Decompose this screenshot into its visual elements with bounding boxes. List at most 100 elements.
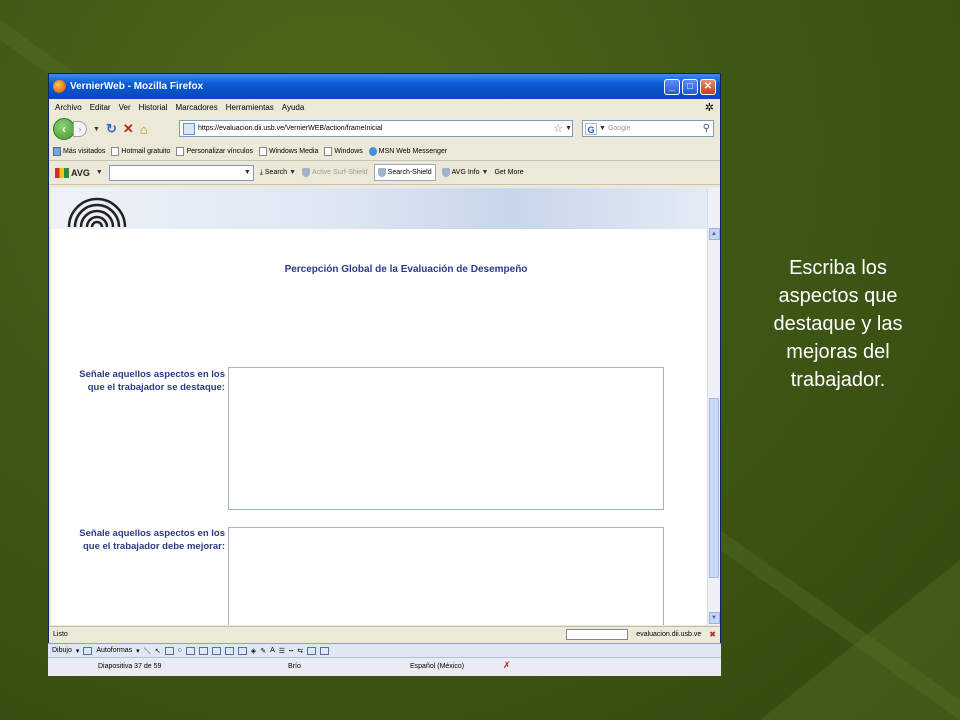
scroll-down-icon[interactable]: ▼ xyxy=(708,612,720,624)
textbox-tool-icon[interactable] xyxy=(185,646,195,655)
bookmark-personalizar[interactable]: Personalizar vínculos xyxy=(176,147,253,156)
slide-counter: Diapositiva 37 de 59 xyxy=(98,663,162,670)
avg-search-input[interactable]: ▼ xyxy=(108,164,254,181)
get-more-button[interactable]: Get More xyxy=(494,169,523,176)
menu-ayuda[interactable]: Ayuda xyxy=(282,103,305,112)
wordart-tool-icon[interactable] xyxy=(198,646,208,655)
slide-caption: Escriba los aspectos que destaque y las … xyxy=(773,257,903,391)
page-content: Percepción Global de la Evaluación de De… xyxy=(51,188,707,625)
font-color-icon[interactable]: A xyxy=(270,647,275,654)
bookmark-msn[interactable]: MSN Web Messenger xyxy=(368,147,447,156)
lock-icon[interactable]: ✖ xyxy=(709,630,716,639)
bookmark-star-icon[interactable]: ☆ xyxy=(553,122,563,135)
avg-menu-dropdown-icon[interactable]: ▼ xyxy=(96,169,103,176)
status-text: Listo xyxy=(53,630,68,638)
close-button[interactable]: ✕ xyxy=(700,78,716,95)
menu-herramientas[interactable]: Herramientas xyxy=(226,103,274,112)
language-indicator: Español (México) xyxy=(410,663,465,670)
avg-info-dropdown-icon: ▼ xyxy=(481,169,489,176)
search-shield-button[interactable]: Search-Shield xyxy=(373,164,436,181)
avg-logo-icon xyxy=(55,167,69,178)
page-icon xyxy=(324,147,333,156)
menu-ver[interactable]: Ver xyxy=(119,103,131,112)
dash-style-icon[interactable]: ┅ xyxy=(289,647,293,655)
url-text[interactable]: https://evaluacion.dii.usb.ve/VernierWEB… xyxy=(198,125,553,132)
avg-search-icon: ⤓ xyxy=(259,168,263,176)
back-button[interactable]: ‹ xyxy=(53,118,75,140)
url-dropdown-icon[interactable]: ▼ xyxy=(565,125,572,132)
line-color-icon[interactable]: ✎ xyxy=(260,647,266,655)
bookmark-hotmail[interactable]: Hotmail gratuito xyxy=(111,147,170,156)
usb-logo-icon xyxy=(67,197,127,227)
avg-search-button[interactable]: ⤓ Search ▼ xyxy=(260,169,296,177)
search-icon[interactable]: ⚲ xyxy=(703,123,710,134)
page-icon xyxy=(111,147,120,156)
avg-info-button[interactable]: AVG Info ▼ xyxy=(441,168,489,177)
avg-search-dropdown-icon[interactable]: ▼ xyxy=(244,169,251,176)
bookmark-windows[interactable]: Windows xyxy=(324,147,363,156)
shield-icon xyxy=(377,168,386,177)
arrow-style-icon[interactable]: ⇆ xyxy=(297,647,303,655)
bookmark-folder-icon xyxy=(53,147,61,156)
minimize-button[interactable]: _ xyxy=(664,78,680,95)
history-dropdown-icon[interactable]: ▼ xyxy=(93,126,100,133)
google-engine-icon[interactable]: G xyxy=(585,122,597,135)
scroll-up-icon[interactable]: ▲ xyxy=(708,228,720,240)
home-icon[interactable]: ⌂ xyxy=(140,122,148,137)
avg-toolbar: AVG ▼ ▼ ⤓ Search ▼ Active Surf-Shield Sear… xyxy=(49,161,720,185)
q1-label: Señale aquellos aspectos en los que el t… xyxy=(79,369,225,393)
ppt-autoshapes-menu[interactable]: Autoformas xyxy=(96,647,132,654)
search-bar[interactable]: G ▼ Google ⚲ xyxy=(582,120,714,137)
menu-editar[interactable]: Editar xyxy=(90,103,111,112)
url-bar[interactable]: https://evaluacion.dii.usb.ve/VernierWEB… xyxy=(179,120,573,137)
rectangle-tool-icon[interactable] xyxy=(164,646,174,655)
3d-style-icon[interactable] xyxy=(320,646,330,655)
title-bar[interactable]: VernierWeb - Mozilla Firefox _ □ ✕ xyxy=(49,74,720,99)
forward-button[interactable]: › xyxy=(73,121,87,137)
picture-tool-icon[interactable] xyxy=(237,646,247,655)
page-icon xyxy=(258,147,267,156)
page-header-banner xyxy=(51,188,707,229)
clipart-tool-icon[interactable] xyxy=(224,646,234,655)
shield-icon xyxy=(302,168,311,177)
arrow-tool-icon[interactable]: ↖ xyxy=(155,647,161,655)
diagram-tool-icon[interactable] xyxy=(211,646,221,655)
status-progress-field xyxy=(566,628,629,640)
avg-logo[interactable]: AVG xyxy=(55,167,90,178)
fill-color-icon[interactable]: ◈ xyxy=(251,647,256,655)
page-icon xyxy=(176,147,185,156)
scroll-thumb[interactable] xyxy=(709,398,719,578)
shadow-style-icon[interactable] xyxy=(307,646,317,655)
q1-textarea[interactable] xyxy=(228,367,664,510)
firefox-window: VernierWeb - Mozilla Firefox _ □ ✕ Archi… xyxy=(48,73,721,644)
ppt-draw-menu[interactable]: Dibujo xyxy=(52,647,72,654)
search-input[interactable]: Google xyxy=(608,125,703,132)
line-tool-icon[interactable]: ＼ xyxy=(144,646,151,656)
form-title: Percepción Global de la Evaluación de De… xyxy=(284,264,528,275)
q2-textarea[interactable] xyxy=(228,527,664,625)
msn-icon xyxy=(368,147,377,156)
menu-marcadores[interactable]: Marcadores xyxy=(176,103,218,112)
ppt-draw-dropdown-icon[interactable]: ▾ xyxy=(76,647,80,655)
ppt-drawing-toolbar: Dibujo ▾ Autoformas ▾ ＼ ↖ ○ ◈ ✎ A ☰ ┅ ⇆ xyxy=(48,643,721,657)
navigation-toolbar: ‹ › ▼ ↻ ✕ ⌂ https://evaluacion.dii.usb.v… xyxy=(49,115,720,143)
line-style-icon[interactable]: ☰ xyxy=(279,647,285,655)
spellcheck-icon[interactable]: ✗ xyxy=(503,660,511,671)
ppt-autoshapes-dropdown-icon[interactable]: ▾ xyxy=(136,647,140,655)
maximize-button[interactable]: □ xyxy=(682,78,698,95)
search-engine-dropdown-icon[interactable]: ▼ xyxy=(599,125,606,132)
site-identity-icon[interactable] xyxy=(183,122,195,135)
ppt-status-bar: Diapositiva 37 de 59 Brío Español (Méxic… xyxy=(48,657,721,676)
menu-archivo[interactable]: Archivo xyxy=(55,103,82,112)
reload-icon[interactable]: ↻ xyxy=(106,121,117,137)
oval-tool-icon[interactable]: ○ xyxy=(178,647,182,654)
pointer-tool-icon[interactable] xyxy=(83,646,93,655)
bookmark-windows-media[interactable]: Windows Media xyxy=(258,147,318,156)
bookmark-mas-visitados[interactable]: Más visitados xyxy=(53,147,105,156)
throbber-icon: ✲ xyxy=(704,102,714,114)
status-domain[interactable]: evaluacion.dii.usb.ve xyxy=(636,631,701,638)
active-surf-shield-button[interactable]: Active Surf-Shield xyxy=(302,168,368,177)
stop-icon[interactable]: ✕ xyxy=(123,121,134,137)
menu-historial[interactable]: Historial xyxy=(139,103,168,112)
vertical-scrollbar[interactable]: ▲ ▼ xyxy=(707,188,720,625)
